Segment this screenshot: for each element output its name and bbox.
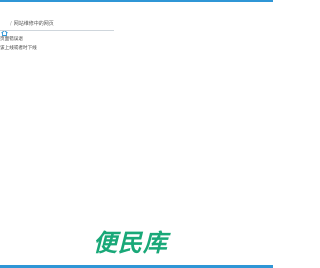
site-logo: 便民库 xyxy=(93,229,168,257)
error-message-line-1: 页面错误退 xyxy=(0,37,23,42)
top-accent-bar xyxy=(0,0,273,2)
breadcrumb: / 网站维修中的网页 xyxy=(0,19,54,36)
breadcrumb-separator: / xyxy=(10,21,12,27)
error-message-line-2: 该上线或者时下线 xyxy=(0,46,37,51)
home-icon[interactable] xyxy=(1,21,8,36)
header-divider xyxy=(0,30,114,31)
breadcrumb-current-page: 网站维修中的网页 xyxy=(13,21,54,27)
